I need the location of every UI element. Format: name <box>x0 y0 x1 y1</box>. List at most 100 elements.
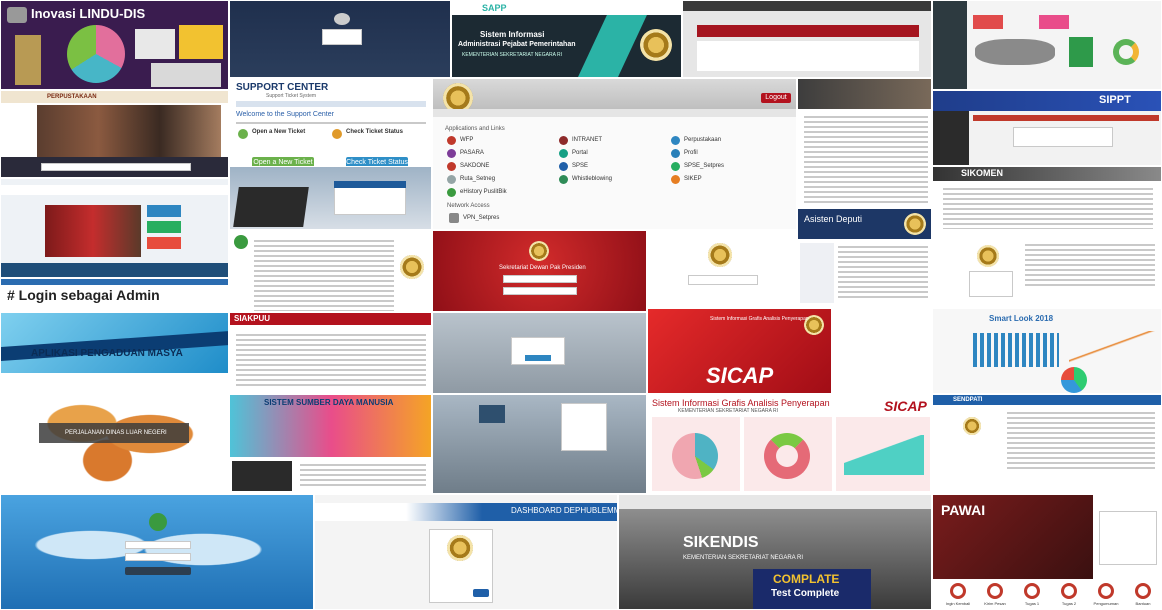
portal-photo <box>45 205 141 257</box>
red-pass-field[interactable] <box>503 287 577 295</box>
app-link-wfp[interactable]: WFP <box>447 135 555 147</box>
app-icon <box>559 136 568 145</box>
sikendis-badge2: Test Complete <box>771 588 840 599</box>
sdm-title: SISTEM SUMBER DAYA MANUSIA <box>264 398 394 407</box>
pawai-login-form[interactable] <box>1099 511 1157 565</box>
lindu-title: Inovasi LINDU-DIS <box>31 6 146 21</box>
blue-pass-field[interactable] <box>125 553 191 561</box>
tile-portal <box>0 178 229 278</box>
support-subtitle: Support Ticket System <box>266 93 317 99</box>
tile-gov-portal <box>932 230 1162 308</box>
vpn-link[interactable]: VPN_Setpres <box>463 215 499 221</box>
pawai-icon-label: Ingin Kembali <box>945 601 971 606</box>
sapp-brand: SAPP <box>482 3 507 13</box>
pawai-circle-icon <box>1098 583 1114 599</box>
app-link-pasara[interactable]: PASARA <box>447 148 555 160</box>
lindu-box-1 <box>135 29 175 59</box>
doc-logo <box>234 235 248 249</box>
sikomen-table <box>943 185 1153 229</box>
app-link-sikep[interactable]: SIKEP <box>671 174 779 186</box>
login-admin-label: # Login sebagai Admin <box>7 287 160 303</box>
portal-nav <box>1 185 228 195</box>
blue-login-button[interactable] <box>125 567 191 575</box>
smart-bars <box>973 333 1059 367</box>
pawai-item-pengumuman[interactable]: Pengumuman <box>1089 583 1123 609</box>
dash-card-green <box>1069 37 1093 67</box>
sikomen-title: SIKOMEN <box>961 168 1004 178</box>
sapp-seal-icon <box>640 29 672 61</box>
dash-donut <box>1113 39 1139 65</box>
blue-user-field[interactable] <box>125 541 191 549</box>
app-icon <box>671 136 680 145</box>
tile-world-map: PERJALANAN DINAS LUAR NEGERI <box>0 374 229 494</box>
app-label: eHistory PuslitBik <box>460 189 507 195</box>
pawai-icon-label: Tugas 1 <box>1024 601 1040 606</box>
tile-red-login: Sekretariat Dewan Pak Presiden <box>432 230 647 312</box>
app-icon <box>559 149 568 158</box>
lindu-box-2 <box>179 25 223 59</box>
gov-text <box>1025 241 1155 289</box>
portal-tile-2[interactable] <box>147 221 181 233</box>
app-icon <box>671 175 680 184</box>
app-icon <box>559 162 568 171</box>
dephub-login-button[interactable] <box>473 589 489 597</box>
library-header <box>1 91 228 103</box>
app-icon <box>447 149 456 158</box>
slides-text <box>804 113 928 206</box>
app-icon <box>447 162 456 171</box>
pawai-circle-icon <box>950 583 966 599</box>
smart-line-chart <box>1069 331 1155 363</box>
tile-grafis: Sistem Informasi Grafis Analisis Penyera… <box>647 394 932 494</box>
app-link-intranet[interactable]: INTRANET <box>559 135 667 147</box>
nippt-form[interactable] <box>1013 127 1113 147</box>
foundation-field[interactable] <box>688 275 758 285</box>
pawai-icon-label: Pengumuman <box>1093 601 1119 606</box>
app-label: SIKEP <box>684 176 702 182</box>
pawai-item-tugas-1[interactable]: Tugas 1 <box>1015 583 1049 609</box>
app-link-perpustakaan[interactable]: Perpustakaan <box>671 135 779 147</box>
tile-laptop <box>229 166 432 230</box>
app-link-ehistory-puslitbik[interactable]: eHistory PuslitBik <box>447 187 555 199</box>
dash-sidebar <box>933 1 967 89</box>
grafis-pie <box>672 433 718 479</box>
apps-network-title: Network Access <box>447 203 490 209</box>
app-link-spse[interactable]: SPSE <box>559 161 667 173</box>
siakpuu-list <box>236 331 426 389</box>
app-link-portal[interactable]: Portal <box>559 148 667 160</box>
pawai-item-kirim-pesan[interactable]: Kirim Pesan <box>978 583 1012 609</box>
portal-tile-1[interactable] <box>147 205 181 217</box>
library-search-field[interactable] <box>41 163 191 171</box>
portal-footer <box>1 263 228 277</box>
logout-button[interactable]: Logout <box>761 93 791 103</box>
building2-login-form[interactable] <box>561 403 607 451</box>
app-link-spse-setpres[interactable]: SPSE_Setpres <box>671 161 779 173</box>
world-map-label: PERJALANAN DINAS LUAR NEGERI <box>65 430 167 436</box>
portal-tile-3[interactable] <box>147 237 181 249</box>
smart-look-title: Smart Look 2018 <box>989 314 1054 323</box>
app-label: PASARA <box>460 150 484 156</box>
red-seal-icon <box>529 241 549 261</box>
slides-photo <box>798 79 931 109</box>
app-label: SPSE_Setpres <box>684 163 725 169</box>
tile-lindu-dis: Inovasi LINDU-DIS <box>0 0 229 90</box>
dephub-title: DASHBOARD DEPHUBLEMMAS <box>511 506 617 515</box>
dephub-seal-icon <box>447 535 473 561</box>
app-link-whistleblowing[interactable]: Whistleblowing <box>559 174 667 186</box>
pawai-item-tugas-2[interactable]: Tugas 2 <box>1052 583 1086 609</box>
login-box[interactable] <box>322 29 362 45</box>
building-login-btn[interactable] <box>525 355 551 361</box>
sendpati-title: SENDPATI <box>953 397 983 403</box>
gov-login-form[interactable] <box>969 271 1013 297</box>
red-user-field[interactable] <box>503 275 577 283</box>
pawai-item-ingin-kembali[interactable]: Ingin Kembali <box>941 583 975 609</box>
asdep-seal-icon <box>904 213 926 235</box>
app-label: INTRANET <box>572 137 602 143</box>
sapp-line3: KEMENTERIAN SEKRETARIAT NEGARA RI <box>462 52 563 58</box>
pawai-item-bantuan[interactable]: Bantuan <box>1126 583 1160 609</box>
tile-sikendis: SIKENDIS KEMENTERIAN SEKRETARIAT NEGARA … <box>618 494 932 610</box>
app-link-ruta-setneg[interactable]: Ruta_Setneg <box>447 174 555 186</box>
grafis-subtitle: KEMENTERIAN SEKRETARIAT NEGARA RI <box>678 408 779 414</box>
app-link-profil[interactable]: Profil <box>671 148 779 160</box>
pawai-icon-label: Tugas 2 <box>1061 601 1077 606</box>
app-link-sakdone[interactable]: SAKDONE <box>447 161 555 173</box>
